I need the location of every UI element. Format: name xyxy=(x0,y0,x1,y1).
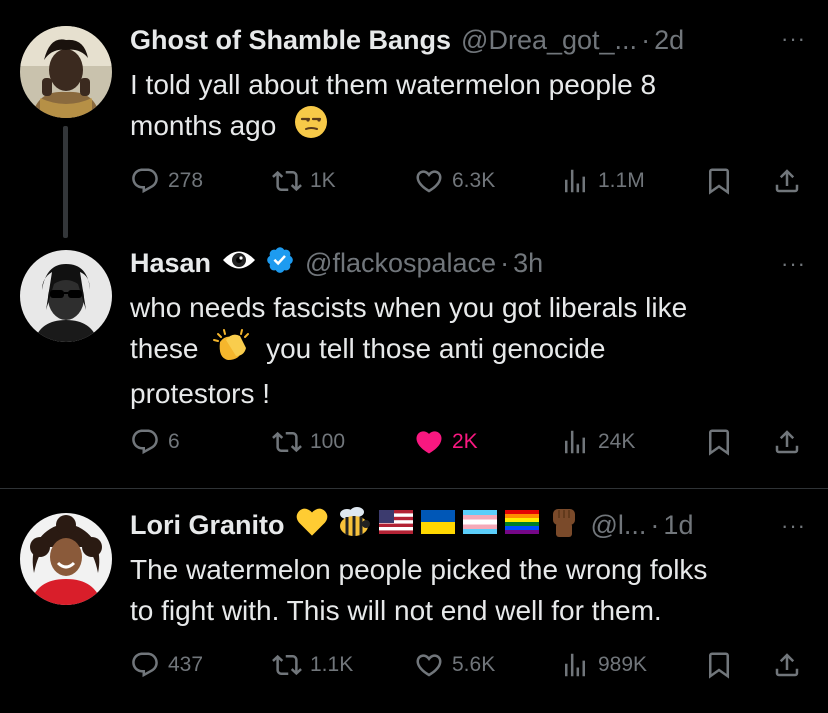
display-name[interactable]: Lori Granito xyxy=(130,510,285,541)
like-button[interactable]: 2K xyxy=(414,425,478,459)
reply-button[interactable]: 6 xyxy=(130,425,180,459)
more-options-icon[interactable]: ··· xyxy=(781,26,806,52)
bookmark-button[interactable] xyxy=(704,425,734,459)
retweet-count: 1K xyxy=(310,169,336,192)
retweet-button[interactable]: 1K xyxy=(272,164,336,198)
views-button[interactable]: 1.1M xyxy=(560,164,645,198)
unamused-face-icon xyxy=(294,105,328,150)
us-flag-icon xyxy=(378,509,413,541)
timestamp[interactable]: 2d xyxy=(654,25,684,56)
views-icon xyxy=(560,650,590,680)
tweet-text: who needs fascists when you got liberals… xyxy=(130,287,810,414)
tweet-text-line: The watermelon people picked the wrong f… xyxy=(130,554,708,585)
heart-icon xyxy=(414,650,444,680)
tweet-text-line: these xyxy=(130,333,199,364)
share-icon xyxy=(772,166,802,196)
tweet-text-line: months ago xyxy=(130,110,277,141)
tweet-text: I told yall about them watermelon people… xyxy=(130,64,810,150)
tweet-actions: 278 1K 6.3K 1.1M xyxy=(130,164,808,198)
tweet-text-line: you tell those anti genocide xyxy=(266,333,606,364)
reply-count: 6 xyxy=(168,430,180,453)
more-options-icon[interactable]: ··· xyxy=(781,251,806,277)
retweet-button[interactable]: 100 xyxy=(272,425,345,459)
bookmark-icon xyxy=(704,650,734,680)
views-count: 989K xyxy=(598,653,648,676)
reply-count: 437 xyxy=(168,653,204,676)
retweet-icon xyxy=(272,650,302,680)
tweet-3[interactable]: Lori Granito @l... · 1d ··· The watermel… xyxy=(0,489,828,713)
retweet-count: 1.1K xyxy=(310,653,354,676)
bookmark-icon xyxy=(704,427,734,457)
like-count: 5.6K xyxy=(452,653,496,676)
ukraine-flag-icon xyxy=(420,509,455,541)
reply-button[interactable]: 437 xyxy=(130,648,203,682)
retweet-button[interactable]: 1.1K xyxy=(272,648,353,682)
reply-icon xyxy=(130,427,160,457)
tweet-text-line: who needs fascists when you got liberals… xyxy=(130,292,688,323)
timestamp[interactable]: 1d xyxy=(663,510,693,541)
bookmark-icon xyxy=(704,166,734,196)
tweet-header: Hasan @flackospalace · 3h xyxy=(130,245,808,281)
tweet-header: Ghost of Shamble Bangs @Drea_got_... · 2… xyxy=(130,22,808,58)
thread-connector-line xyxy=(63,126,68,238)
rainbow-flag-icon xyxy=(504,509,539,541)
tweet-text-line: to fight with. This will not end well fo… xyxy=(130,595,662,626)
retweet-icon xyxy=(272,427,302,457)
tweet-actions: 437 1.1K 5.6K 989K xyxy=(130,648,808,682)
tweet-header: Lori Granito @l... · 1d xyxy=(130,505,808,546)
tweet-2[interactable]: Hasan @flackospalace · 3h ··· who needs … xyxy=(0,245,828,488)
tweet-text-line: I told yall about them watermelon people… xyxy=(130,69,657,100)
raised-fist-icon xyxy=(547,505,581,546)
avatar-ghost-of-shamble-bangs[interactable] xyxy=(20,26,112,118)
transgender-flag-icon xyxy=(462,509,497,541)
views-icon xyxy=(560,166,590,196)
retweet-count: 100 xyxy=(310,430,346,453)
yellow-heart-icon xyxy=(295,507,329,544)
handle[interactable]: @l... xyxy=(591,510,647,541)
bookmark-button[interactable] xyxy=(704,648,734,682)
more-options-icon[interactable]: ··· xyxy=(781,513,806,539)
reply-button[interactable]: 278 xyxy=(130,164,203,198)
heart-filled-icon xyxy=(414,427,444,457)
views-button[interactable]: 24K xyxy=(560,425,635,459)
bee-icon xyxy=(335,506,373,545)
display-name[interactable]: Hasan xyxy=(130,248,211,279)
views-icon xyxy=(560,427,590,457)
views-count: 24K xyxy=(598,430,636,453)
reply-icon xyxy=(130,166,160,196)
tweet-1[interactable]: Ghost of Shamble Bangs @Drea_got_... · 2… xyxy=(0,0,828,245)
avatar-hasan[interactable] xyxy=(20,250,112,342)
tweet-text: The watermelon people picked the wrong f… xyxy=(130,549,810,631)
separator-dot: · xyxy=(500,247,510,278)
verified-badge-icon[interactable] xyxy=(265,245,295,282)
avatar-lori-granito[interactable] xyxy=(20,513,112,605)
like-count: 6.3K xyxy=(452,169,496,192)
separator-dot: · xyxy=(641,24,651,55)
timestamp[interactable]: 3h xyxy=(513,248,543,279)
clapping-hands-icon xyxy=(212,328,252,373)
like-button[interactable]: 6.3K xyxy=(414,164,495,198)
share-icon xyxy=(772,650,802,680)
views-button[interactable]: 989K xyxy=(560,648,647,682)
like-count: 2K xyxy=(452,430,478,453)
tweet-text-line: protestors ! xyxy=(130,378,271,410)
reply-count: 278 xyxy=(168,169,204,192)
bookmark-button[interactable] xyxy=(704,164,734,198)
reply-icon xyxy=(130,650,160,680)
share-button[interactable] xyxy=(772,164,802,198)
like-button[interactable]: 5.6K xyxy=(414,648,495,682)
handle[interactable]: @Drea_got_... xyxy=(461,25,637,56)
separator-dot: · xyxy=(650,509,660,540)
eye-emoji-icon xyxy=(221,245,257,282)
share-button[interactable] xyxy=(772,425,802,459)
share-button[interactable] xyxy=(772,648,802,682)
retweet-icon xyxy=(272,166,302,196)
tweet-actions: 6 100 2K 24K xyxy=(130,425,808,459)
heart-icon xyxy=(414,166,444,196)
views-count: 1.1M xyxy=(598,169,645,192)
handle[interactable]: @flackospalace xyxy=(305,248,496,279)
display-name[interactable]: Ghost of Shamble Bangs xyxy=(130,25,451,56)
share-icon xyxy=(772,427,802,457)
